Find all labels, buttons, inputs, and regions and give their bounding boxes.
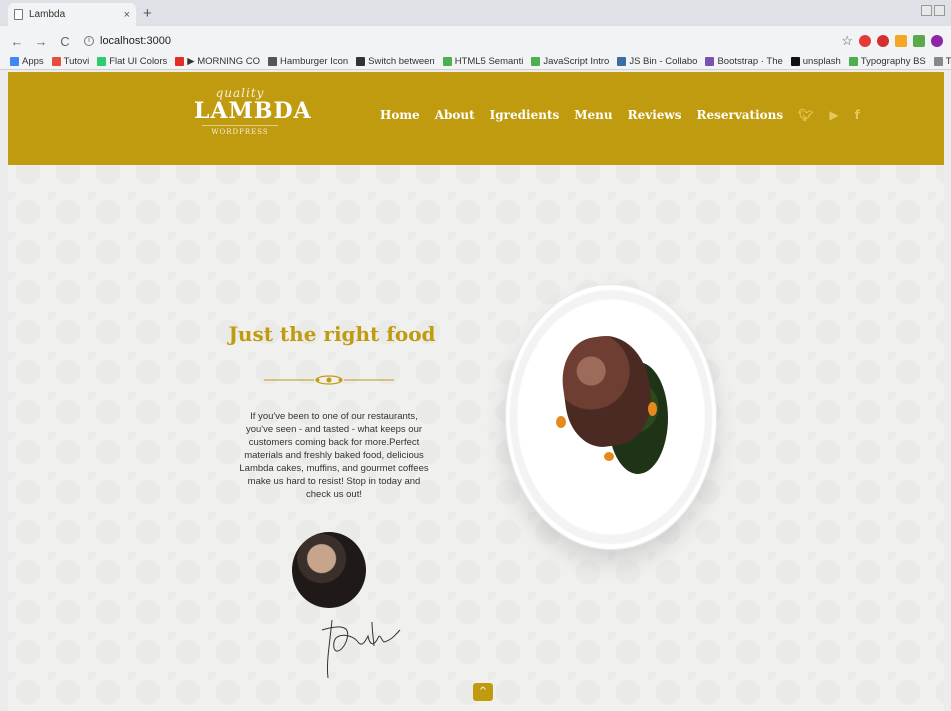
social-links: 🐦︎ ▶ f — [798, 108, 860, 122]
extensions: ☆ — [841, 33, 943, 49]
carrot-piece — [604, 452, 614, 461]
bookmark-item[interactable]: Switch between — [356, 56, 435, 67]
bookmark-favicon-icon — [442, 56, 452, 66]
bookmark-label: Hamburger Icon — [280, 55, 349, 67]
background-pattern — [8, 72, 944, 711]
bookmark-favicon-icon — [531, 56, 541, 66]
logo-tagline: quality — [215, 86, 265, 100]
reload-icon[interactable]: C — [58, 34, 72, 49]
bookmark-favicon-icon — [617, 56, 627, 66]
ornament-divider — [264, 375, 394, 385]
profile-avatar[interactable] — [931, 35, 943, 47]
bookmarks-bar: Apps Tutovi Flat UI Colors ▶ MORNING CO Hamb… — [0, 52, 951, 70]
bookmark-item[interactable]: Hamburger Icon — [268, 56, 348, 67]
bookmark-favicon-icon — [848, 56, 858, 66]
address-bar[interactable]: i localhost:3000 — [84, 35, 171, 47]
carrot-piece — [648, 402, 657, 416]
hero-title: Just the right food — [228, 322, 436, 346]
minimize-button[interactable] — [921, 5, 932, 16]
nav-reviews[interactable]: Reviews — [628, 108, 682, 122]
bookmark-item[interactable]: Bootstrap · The — [705, 55, 783, 67]
opera-icon[interactable] — [859, 35, 871, 47]
bookmark-label: Tutovi — [63, 55, 90, 67]
page-icon — [14, 9, 23, 20]
bookmark-item[interactable]: Apps — [10, 56, 44, 67]
bookmark-item[interactable]: Tutovi — [51, 55, 90, 67]
hero-text: If you've been to one of our restaurants… — [239, 411, 429, 500]
bookmark-label: JS Bin - Collabo — [629, 55, 698, 67]
extension-icon[interactable] — [913, 35, 925, 47]
adblock-icon[interactable] — [877, 35, 889, 47]
bookmark-item[interactable]: Typography BS — [848, 55, 926, 67]
tab-close-icon[interactable]: × — [124, 9, 130, 21]
bookmark-favicon-icon — [51, 56, 61, 66]
bookmark-item[interactable]: Test — [933, 55, 951, 67]
chef-signature — [321, 619, 401, 679]
nav-menu[interactable]: Menu — [574, 108, 612, 122]
nav-reservations[interactable]: Reservations — [696, 108, 783, 122]
bookmark-favicon-icon — [10, 56, 19, 66]
logo-sub: WORDPRESS — [202, 125, 278, 136]
bookmark-label: ▶ MORNING CO — [187, 55, 261, 67]
youtube-icon[interactable]: ▶ — [829, 108, 838, 122]
nav-igredients[interactable]: Igredients — [490, 108, 560, 122]
bookmark-label: Test — [945, 55, 951, 67]
bookmark-label: Typography BS — [860, 55, 926, 67]
carrot-piece — [556, 416, 566, 428]
bookmark-item[interactable]: JavaScript Intro — [531, 56, 609, 67]
chef-photo — [292, 532, 366, 608]
bookmark-item[interactable]: JS Bin - Collabo — [617, 56, 697, 67]
bookmark-favicon-icon — [97, 56, 107, 66]
bookmark-favicon-icon — [268, 56, 278, 66]
browser-tab[interactable]: Lambda × — [8, 3, 136, 26]
bookmark-item[interactable]: Flat UI Colors — [97, 56, 167, 67]
page: quality LAMBDA WORDPRESS Home About Igre… — [8, 72, 944, 711]
info-icon[interactable]: i — [84, 36, 94, 46]
bookmark-label: Switch between — [368, 55, 435, 67]
bookmark-favicon-icon — [790, 56, 800, 66]
window-controls — [921, 5, 945, 16]
restore-button[interactable] — [934, 5, 945, 16]
bookmark-favicon-icon — [356, 56, 366, 66]
bookmark-label: unsplash — [802, 55, 841, 67]
logo-name: LAMBDA — [194, 98, 312, 124]
bookmark-favicon-icon — [705, 56, 715, 66]
bookmark-item[interactable]: HTML5 Semanti — [442, 55, 524, 67]
bookmark-label: Bootstrap · The — [717, 55, 783, 67]
address-row: ← → C i localhost:3000 ☆ — [0, 30, 951, 52]
bookmark-label: HTML5 Semanti — [454, 55, 524, 67]
bookmark-item[interactable]: unsplash — [790, 55, 841, 67]
twitter-icon[interactable]: 🐦︎ — [798, 108, 813, 122]
bookmark-label: Apps — [22, 55, 44, 67]
url-text[interactable]: localhost:3000 — [100, 35, 171, 47]
rss-icon[interactable] — [895, 35, 907, 47]
bookmark-favicon-icon — [175, 56, 185, 66]
bookmark-label: JavaScript Intro — [543, 55, 610, 67]
browser-chrome: Lambda × + ← → C i localhost:3000 ☆ Apps… — [0, 0, 951, 70]
main-nav: Home About Igredients Menu Reviews Reser… — [380, 108, 860, 122]
back-icon[interactable]: ← — [10, 34, 24, 49]
facebook-icon[interactable]: f — [855, 108, 860, 122]
scroll-top-button[interactable]: ^ — [473, 683, 493, 701]
bookmark-favicon-icon — [933, 56, 943, 66]
site-logo[interactable]: quality LAMBDA WORDPRESS — [194, 86, 312, 152]
site-header: quality LAMBDA WORDPRESS Home About Igre… — [8, 72, 944, 165]
nav-home[interactable]: Home — [380, 108, 420, 122]
tab-title: Lambda — [29, 9, 66, 20]
bookmark-label: Flat UI Colors — [109, 55, 168, 67]
tab-strip: Lambda × + — [0, 0, 951, 26]
bookmark-item[interactable]: ▶ MORNING CO — [175, 56, 260, 67]
nav-about[interactable]: About — [435, 108, 475, 122]
forward-icon[interactable]: → — [34, 34, 48, 49]
bookmark-star-icon[interactable]: ☆ — [841, 33, 853, 49]
new-tab-button[interactable]: + — [143, 5, 152, 22]
